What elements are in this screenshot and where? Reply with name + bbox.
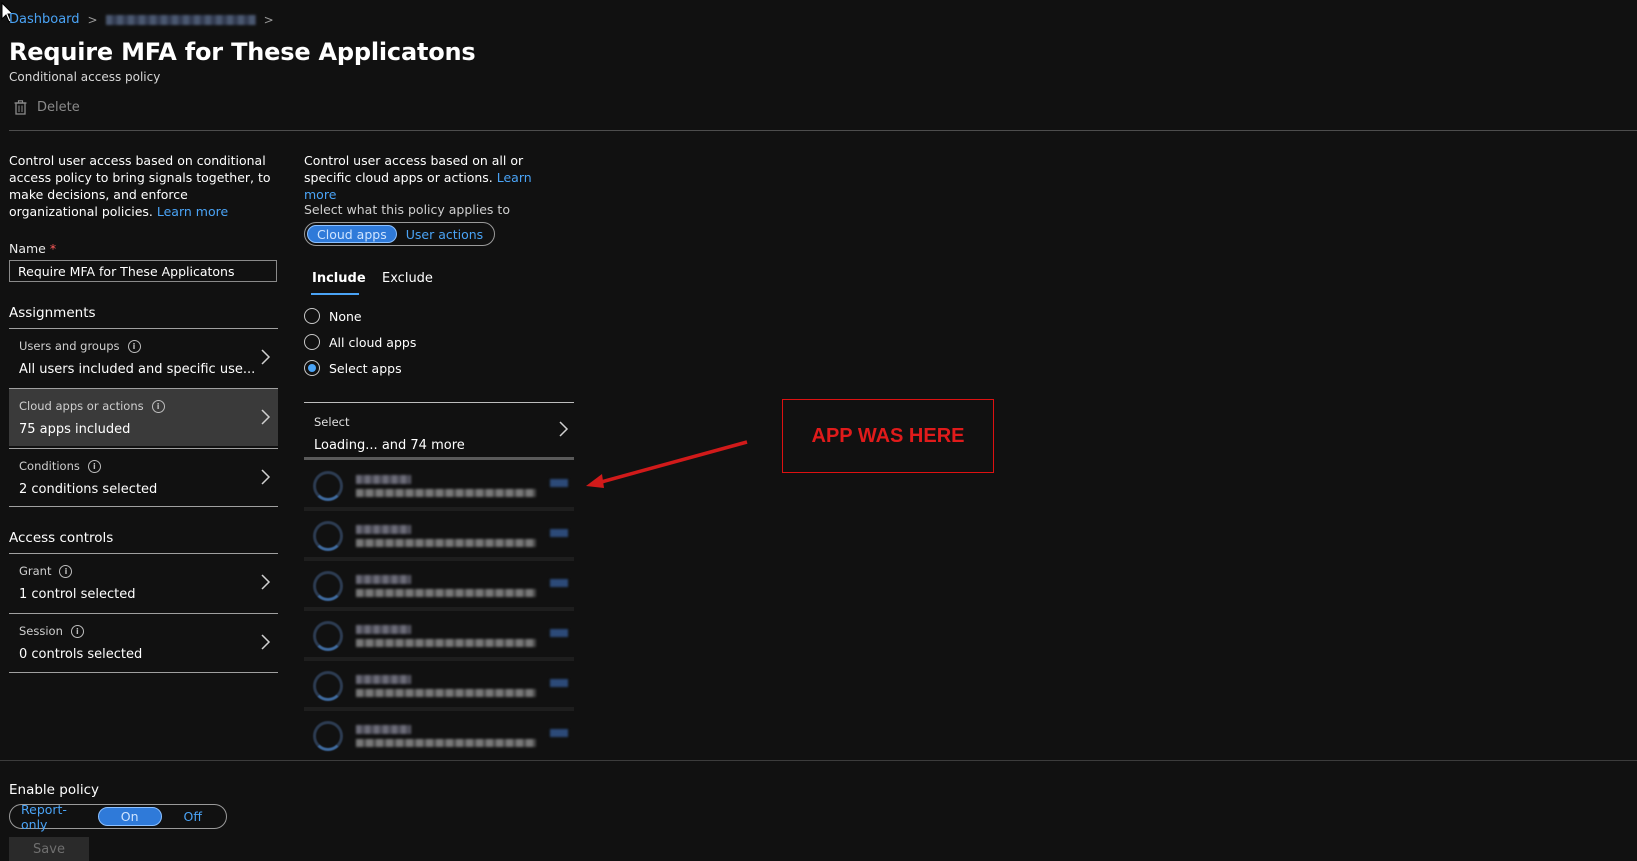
grant-title: Grant (19, 564, 52, 578)
cloud-apps-description-text: Control user access based on all or spec… (304, 153, 524, 185)
info-icon[interactable]: i (59, 564, 73, 578)
enable-policy-label: Enable policy (9, 782, 100, 798)
conditions-value: 2 conditions selected (19, 482, 158, 497)
radio-all-cloud-apps-circle[interactable] (304, 334, 320, 350)
breadcrumb: Dashboard > > (9, 12, 274, 27)
info-icon[interactable]: i (87, 459, 101, 473)
cloud-apps-title: Cloud apps or actions (19, 399, 144, 413)
radio-select-apps-circle[interactable] (304, 360, 320, 376)
app-icon (313, 521, 343, 551)
assignments-heading: Assignments (9, 305, 96, 321)
report-only-option[interactable]: Report-only (12, 802, 98, 832)
app-icon (313, 671, 343, 701)
conditions-title: Conditions (19, 459, 80, 473)
breadcrumb-blurred-link[interactable] (105, 14, 256, 25)
radio-select-apps[interactable]: Select apps (304, 360, 402, 376)
assignment-conditions[interactable]: Conditions i 2 conditions selected (9, 448, 278, 506)
policy-name-input[interactable] (9, 260, 277, 282)
chevron-right-icon (261, 634, 271, 650)
select-apps-picker[interactable]: Select Loading... and 74 more (304, 402, 574, 460)
radio-none[interactable]: None (304, 308, 362, 324)
selected-app-row (304, 615, 574, 661)
access-bottom-divider (9, 672, 278, 673)
trash-icon (14, 100, 27, 115)
page-subtitle: Conditional access policy (9, 70, 161, 84)
header-divider (9, 130, 1637, 131)
selected-app-row (304, 515, 574, 561)
item-title: Users and groups i (19, 339, 141, 353)
assignments-bottom-divider (9, 506, 278, 507)
selected-app-row (304, 565, 574, 611)
annotation-box: APP WAS HERE (782, 399, 994, 473)
page-title: Require MFA for These Applicatons (9, 38, 476, 66)
radio-none-label: None (329, 308, 362, 324)
users-groups-value: All users included and specific use... (19, 362, 256, 377)
tab-include[interactable]: Include (312, 271, 366, 286)
name-label: Name * (9, 241, 56, 256)
session-title: Session (19, 624, 63, 638)
session-value: 0 controls selected (19, 647, 143, 662)
info-icon[interactable]: i (151, 399, 165, 413)
footer-divider (0, 760, 1637, 761)
required-marker: * (49, 241, 57, 256)
app-icon (313, 571, 343, 601)
chevron-right-icon: > (87, 12, 98, 27)
access-grant[interactable]: Grant i 1 control selected (9, 553, 278, 611)
app-icon (313, 471, 343, 501)
off-option[interactable]: Off (162, 807, 224, 826)
chevron-right-icon (559, 421, 569, 437)
annotation-text: APP WAS HERE (811, 424, 965, 447)
access-controls-heading: Access controls (9, 530, 114, 546)
select-value: Loading... and 74 more (314, 438, 465, 453)
applies-to-toggle: Cloud apps User actions (304, 222, 496, 246)
item-title: Cloud apps or actions i (19, 399, 165, 413)
applies-to-label: Select what this policy applies to (304, 202, 510, 217)
chevron-right-icon (261, 469, 271, 485)
breadcrumb-dashboard-link[interactable]: Dashboard (9, 12, 80, 27)
active-tab-indicator (311, 293, 359, 295)
cloud-apps-description: Control user access based on all or spec… (304, 152, 564, 203)
cloud-apps-value: 75 apps included (19, 422, 131, 437)
delete-label: Delete (37, 100, 80, 115)
select-label: Select (314, 415, 350, 429)
radio-select-apps-label: Select apps (329, 360, 402, 376)
assignment-cloud-apps-or-actions[interactable]: Cloud apps or actions i 75 apps included (9, 388, 278, 446)
selected-app-row (304, 665, 574, 711)
item-title: Grant i (19, 564, 73, 578)
learn-more-link[interactable]: Learn more (157, 204, 228, 219)
item-title: Session i (19, 624, 84, 638)
chevron-right-icon (261, 574, 271, 590)
app-icon (313, 621, 343, 651)
info-icon[interactable]: i (70, 624, 84, 638)
selected-app-row (304, 465, 574, 511)
save-button[interactable]: Save (9, 837, 89, 861)
assignment-users-and-groups[interactable]: Users and groups i All users included an… (9, 328, 278, 386)
item-title: Conditions i (19, 459, 101, 473)
chevron-right-icon: > (263, 12, 274, 27)
info-icon[interactable]: i (127, 339, 141, 353)
radio-all-cloud-apps[interactable]: All cloud apps (304, 334, 416, 350)
enable-policy-toggle: Report-only On Off (9, 802, 227, 832)
red-arrow-annotation (586, 440, 748, 488)
app-icon (313, 721, 343, 751)
chevron-right-icon (261, 349, 271, 365)
selected-app-row (304, 715, 574, 755)
user-actions-option[interactable]: User actions (397, 225, 492, 243)
cloud-apps-option[interactable]: Cloud apps (307, 225, 397, 243)
users-groups-title: Users and groups (19, 339, 120, 353)
policy-description: Control user access based on conditional… (9, 152, 274, 220)
grant-value: 1 control selected (19, 587, 136, 602)
tab-exclude[interactable]: Exclude (382, 271, 433, 286)
on-option[interactable]: On (97, 807, 162, 826)
policy-description-text: Control user access based on conditional… (9, 153, 271, 219)
name-label-text: Name (9, 241, 46, 256)
delete-button[interactable]: Delete (14, 100, 80, 115)
radio-none-circle[interactable] (304, 308, 320, 324)
radio-all-cloud-apps-label: All cloud apps (329, 334, 417, 350)
access-session[interactable]: Session i 0 controls selected (9, 613, 278, 671)
chevron-right-icon (261, 409, 271, 425)
